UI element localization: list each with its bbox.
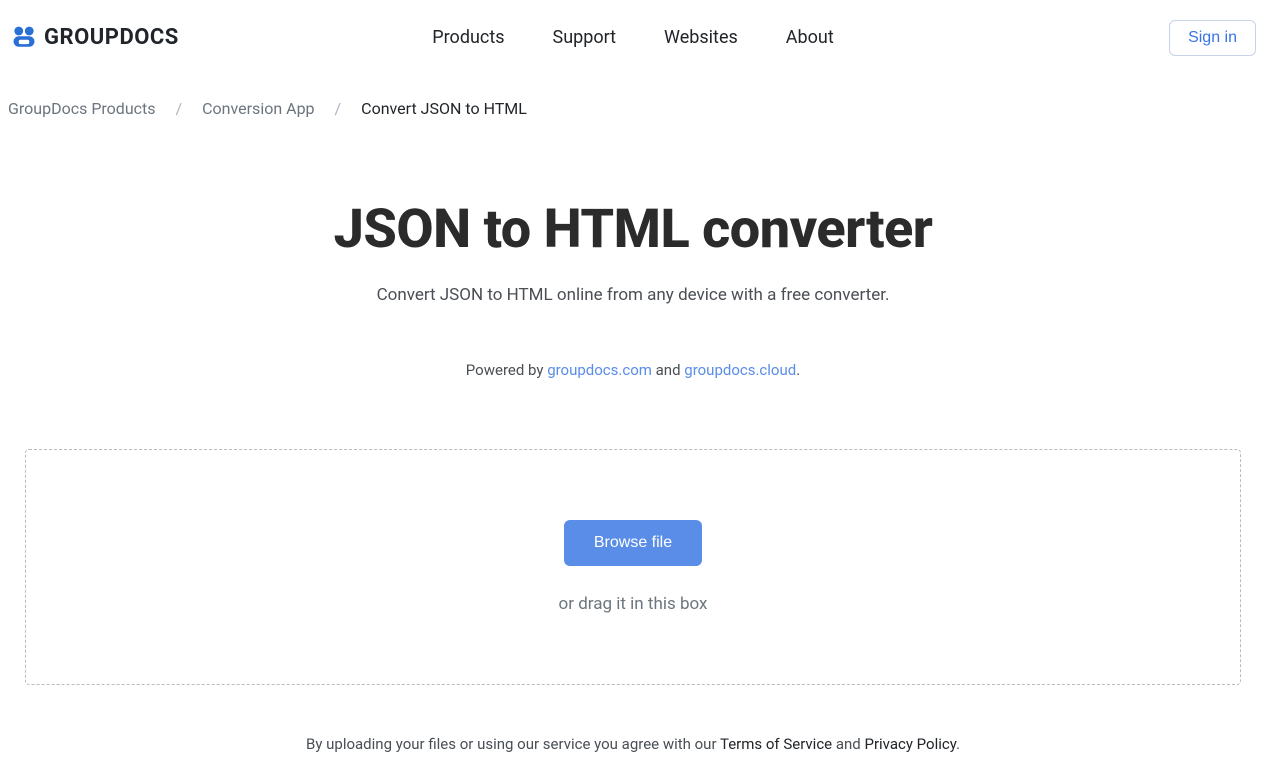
breadcrumb-conversion-app[interactable]: Conversion App: [202, 99, 314, 118]
browse-file-button[interactable]: Browse file: [564, 520, 702, 566]
signin-button[interactable]: Sign in: [1169, 20, 1256, 56]
powered-suffix: .: [796, 361, 800, 379]
agree-and: and: [832, 735, 864, 753]
powered-prefix: Powered by: [466, 361, 547, 379]
powered-by-text: Powered by groupdocs.com and groupdocs.c…: [20, 361, 1246, 379]
groupdocs-logo-icon: [10, 24, 38, 52]
agree-prefix: By uploading your files or using our ser…: [306, 735, 720, 753]
page-title: JSON to HTML converter: [20, 198, 1246, 261]
powered-link-groupdocs-com[interactable]: groupdocs.com: [547, 361, 652, 379]
nav-products[interactable]: Products: [432, 27, 504, 48]
header: GROUPDOCS Products Support Websites Abou…: [0, 0, 1266, 75]
nav-support[interactable]: Support: [553, 27, 617, 48]
breadcrumb-current: Convert JSON to HTML: [361, 99, 527, 118]
hero-section: JSON to HTML converter Convert JSON to H…: [0, 128, 1266, 409]
logo-text: GROUPDOCS: [44, 25, 179, 50]
breadcrumb-separator: /: [335, 99, 342, 118]
agree-suffix: .: [956, 735, 960, 753]
main-nav: Products Support Websites About: [432, 27, 833, 48]
terms-agreement-text: By uploading your files or using our ser…: [0, 705, 1266, 773]
breadcrumb-separator: /: [176, 99, 183, 118]
breadcrumb-groupdocs-products[interactable]: GroupDocs Products: [8, 99, 156, 118]
nav-about[interactable]: About: [786, 27, 834, 48]
nav-websites[interactable]: Websites: [664, 27, 738, 48]
page-subtitle: Convert JSON to HTML online from any dev…: [20, 285, 1246, 305]
powered-link-groupdocs-cloud[interactable]: groupdocs.cloud: [684, 361, 796, 379]
privacy-policy-link[interactable]: Privacy Policy: [864, 735, 956, 753]
logo[interactable]: GROUPDOCS: [10, 24, 179, 52]
drag-hint-text: or drag it in this box: [46, 594, 1220, 614]
terms-of-service-link[interactable]: Terms of Service: [720, 735, 832, 753]
breadcrumb: GroupDocs Products / Conversion App / Co…: [0, 75, 1266, 128]
file-dropzone[interactable]: Browse file or drag it in this box: [25, 449, 1241, 685]
powered-and: and: [652, 361, 684, 379]
